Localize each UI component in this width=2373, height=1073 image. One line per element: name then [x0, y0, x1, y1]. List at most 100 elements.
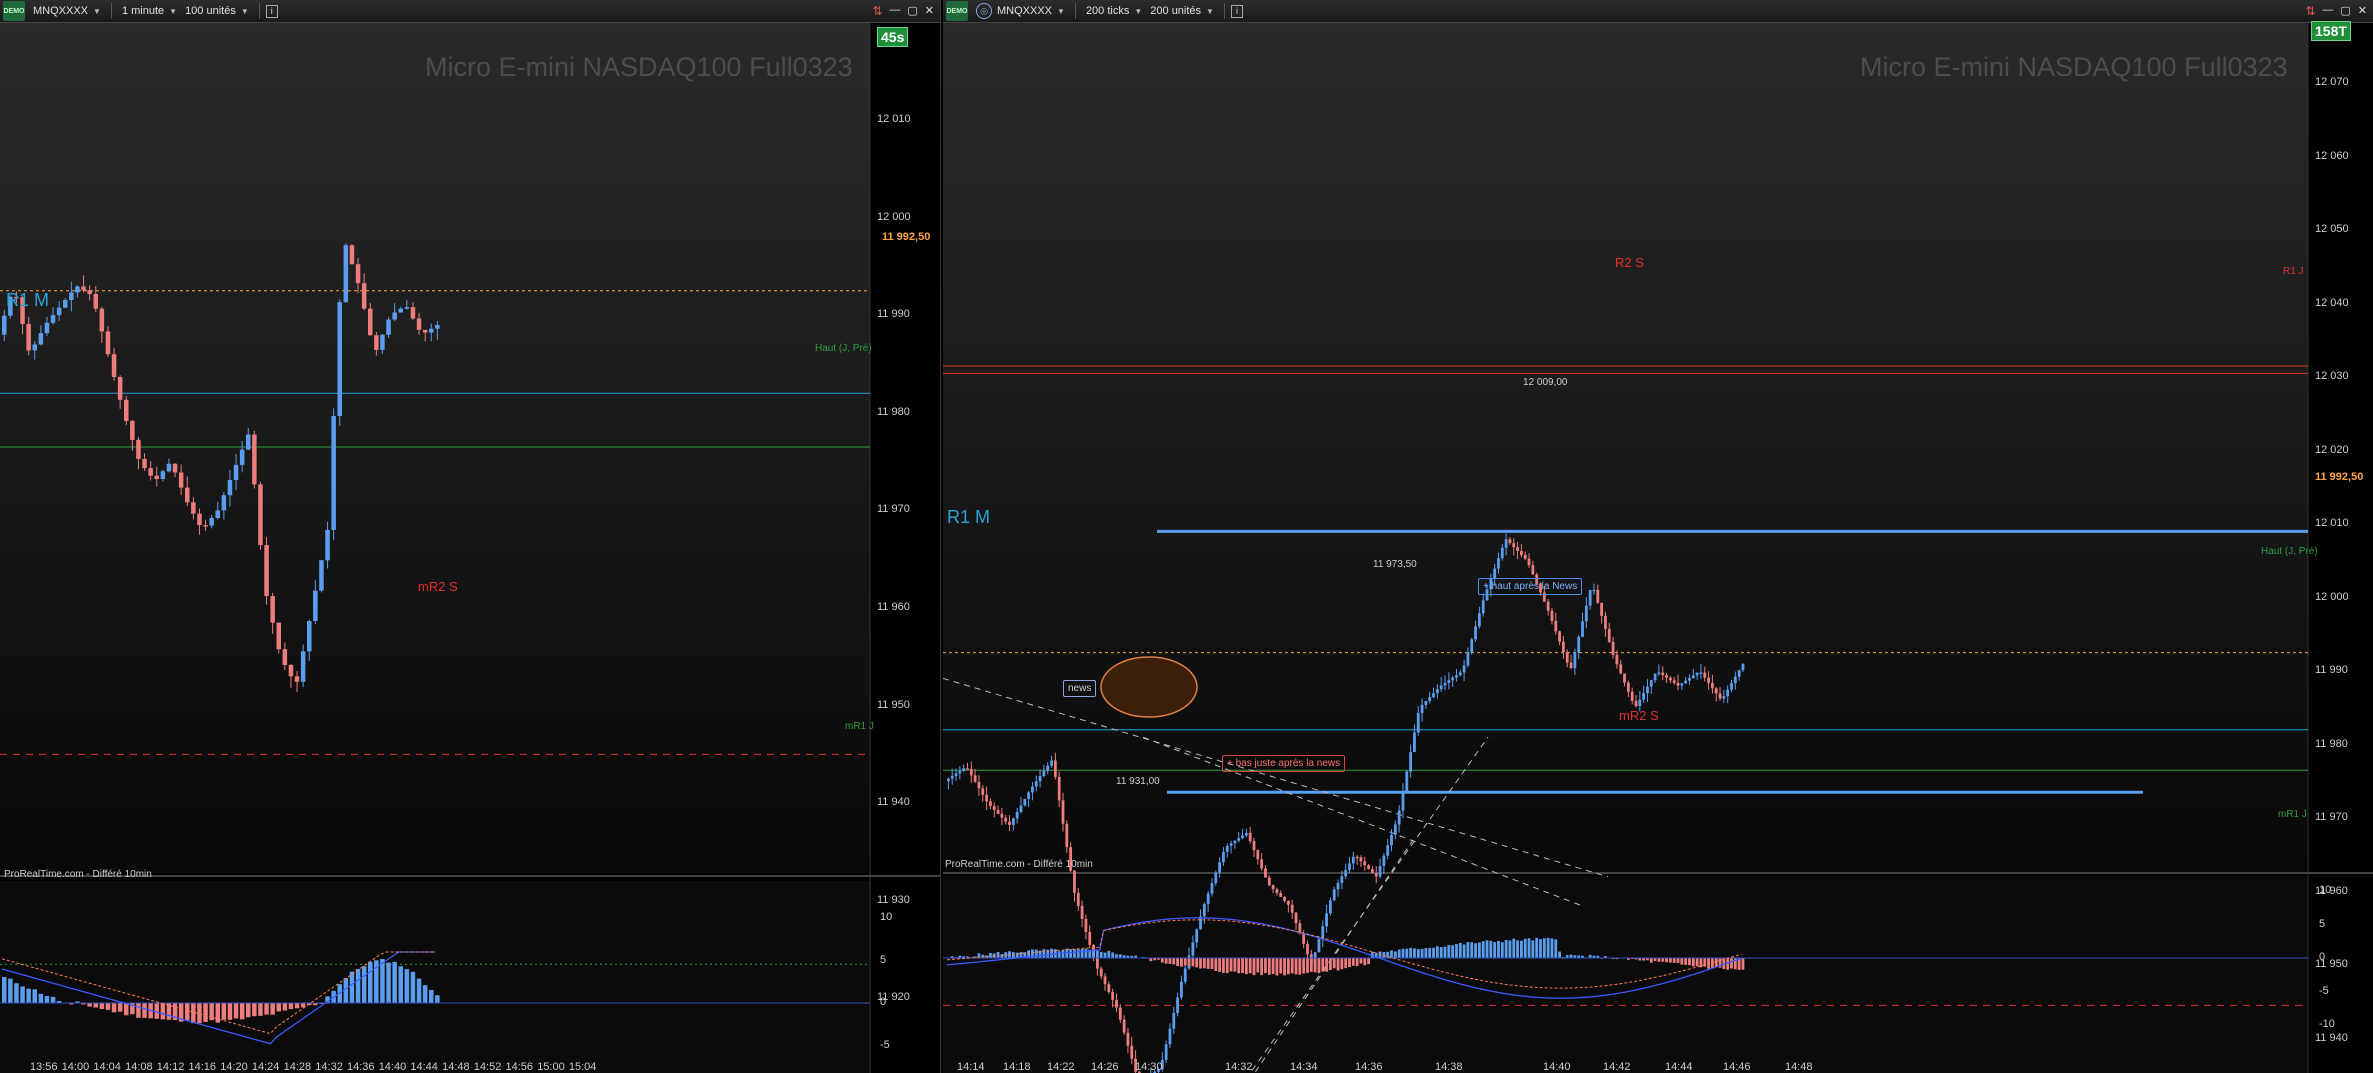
units-selector[interactable]: 200 unités ▼ [1146, 5, 1218, 17]
macd-histogram-bar [1317, 958, 1321, 974]
candle-body [1267, 877, 1271, 886]
macd-histogram-bar [1191, 958, 1195, 967]
candle-body [1325, 913, 1328, 927]
macd-histogram-bar [1447, 944, 1451, 958]
time-tick-label: 14:46 [1723, 1061, 1751, 1073]
macd-histogram-bar [1359, 958, 1363, 964]
candle-body [962, 768, 966, 771]
candle-body [1130, 1045, 1134, 1059]
annotation-news[interactable]: news [1063, 680, 1097, 697]
candle-body [215, 510, 220, 518]
chart-area[interactable]: Micro E-mini NASDAQ100 Full0323 45s 11 9… [0, 23, 940, 1073]
info-icon[interactable]: i [265, 4, 278, 18]
level-mr1j-label: mR1 J [2278, 809, 2307, 820]
price-chart[interactable] [0, 23, 940, 1073]
macd-histogram-bar [1168, 958, 1172, 964]
instrument-selector[interactable]: ◎ MNQXXXX ▼ [972, 3, 1069, 19]
timeframe-selector[interactable]: 200 ticks ▼ [1082, 5, 1146, 17]
close-icon[interactable]: ✕ [2358, 4, 2367, 18]
timeframe-selector[interactable]: 1 minute ▼ [118, 5, 181, 17]
macd-histogram-bar [1493, 942, 1497, 958]
timer-badge: 45s [877, 27, 909, 47]
macd-histogram-bar [1271, 958, 1275, 975]
candle-body [1691, 675, 1695, 679]
price-tick-label: 12 010 [2315, 517, 2349, 529]
macd-histogram-bar [1393, 951, 1397, 958]
candle-body [1439, 685, 1443, 690]
price-tick-label: 12 010 [877, 113, 911, 125]
macd-histogram-bar [1676, 958, 1680, 964]
candle-body [966, 768, 969, 770]
candle-body [1359, 857, 1363, 862]
candle-body [1073, 870, 1076, 893]
units-selector[interactable]: 100 unités ▼ [181, 5, 253, 17]
chart-background [0, 23, 870, 873]
candle-body [1378, 866, 1382, 877]
candle-body [63, 300, 68, 308]
macd-histogram-bar [276, 1003, 281, 1012]
maximize-icon[interactable]: ▢ [2340, 4, 2350, 18]
time-tick-label: 14:48 [442, 1061, 470, 1073]
price-tick-label: 0 [2319, 951, 2326, 963]
candle-body [233, 464, 239, 481]
macd-histogram-bar [1474, 943, 1477, 958]
info-icon[interactable]: i [1230, 4, 1243, 18]
chart-window-200ticks[interactable]: DEMO ◎ MNQXXXX ▼ 200 ticks ▼ 200 unités ▼ i … [943, 0, 2373, 1073]
macd-histogram-bar [1741, 958, 1745, 970]
price-chart[interactable] [943, 23, 2373, 1073]
price-tick-label: 12 030 [2315, 370, 2349, 382]
sync-icon[interactable]: ⇅ [872, 4, 882, 18]
chart-area[interactable]: Micro E-mini NASDAQ100 Full0323 158T 11 … [943, 21, 2373, 1073]
price-tick-label: 12 040 [2315, 296, 2349, 309]
toolbar: DEMO ◎ MNQXXXX ▼ 200 ticks ▼ 200 unités ▼ i … [943, 0, 2373, 23]
candle-body [1241, 835, 1244, 839]
macd-histogram-bar [252, 1003, 257, 1017]
macd-histogram-bar [246, 1003, 251, 1018]
candle-body [1218, 862, 1222, 873]
time-tick-label: 14:36 [347, 1061, 375, 1073]
candle-body [1168, 1028, 1172, 1045]
macd-histogram-bar [1485, 940, 1489, 958]
macd-histogram-bar [989, 952, 992, 958]
instrument-selector[interactable]: MNQXXXX ▼ [29, 5, 105, 17]
data-source-label: ProRealTime.com - Différé 10min [945, 859, 1093, 870]
sync-icon[interactable]: ⇅ [2305, 4, 2315, 18]
price-tick-label: 11 980 [877, 405, 910, 418]
candle-body [1329, 900, 1332, 914]
candle-body [380, 334, 385, 350]
candle-body [1730, 683, 1733, 690]
candle-body [416, 318, 422, 330]
candle-body [1115, 999, 1118, 1008]
time-tick-label: 14:28 [283, 1061, 312, 1073]
chart-window-1min[interactable]: DEMO MNQXXXX ▼ 1 minute ▼ 100 unités ▼ i ⇅ … [0, 0, 941, 1073]
minimize-icon[interactable]: — [2322, 4, 2333, 18]
macd-histogram-bar [1332, 958, 1336, 969]
macd-histogram-bar [1481, 941, 1485, 958]
minimize-icon[interactable]: — [889, 4, 900, 18]
macd-histogram-bar [1073, 949, 1076, 958]
time-tick-label: 14:04 [93, 1061, 121, 1073]
level-haut-label: Haut (J, Pré) [815, 343, 872, 354]
macd-histogram-bar [1187, 958, 1191, 966]
macd-histogram-bar [1279, 958, 1283, 974]
price-tick-label: 11 940 [877, 796, 910, 809]
close-icon[interactable]: ✕ [925, 4, 934, 18]
macd-histogram-bar [1550, 938, 1554, 958]
candle-body [410, 307, 416, 319]
candle-body [1126, 1032, 1130, 1046]
candle-body [1516, 547, 1519, 551]
candle-body [343, 245, 349, 303]
candle-body [1195, 929, 1199, 943]
macd-histogram-bar [1684, 958, 1688, 965]
candle-body [1462, 665, 1466, 673]
annotation-haut-news[interactable]: + haut après la News [1478, 578, 1583, 595]
candle-body [1546, 601, 1550, 611]
candle-body [1118, 1007, 1122, 1020]
candle-body [1711, 682, 1714, 689]
candle-body [1737, 670, 1741, 677]
annotation-bas-news[interactable]: + bas juste après la news [1222, 755, 1346, 772]
macd-histogram-bar [1665, 958, 1668, 963]
macd-histogram-bar [1504, 939, 1508, 958]
macd-histogram-bar [197, 1003, 202, 1024]
maximize-icon[interactable]: ▢ [907, 4, 917, 18]
